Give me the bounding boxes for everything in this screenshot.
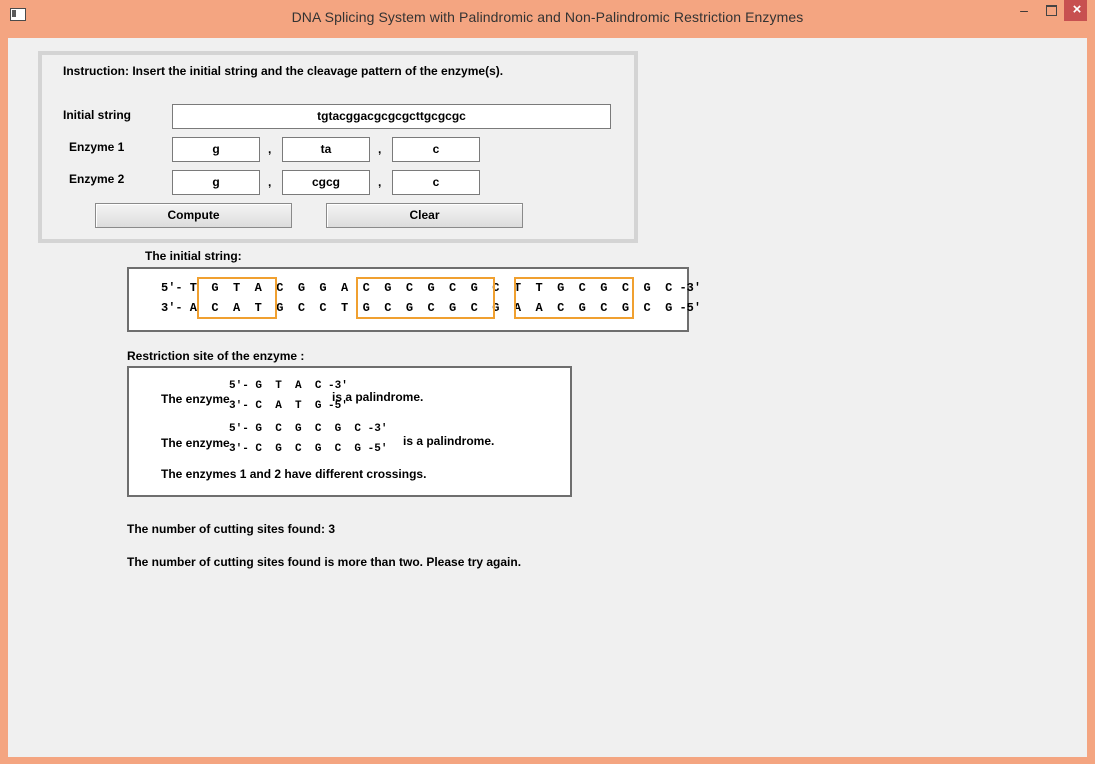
clear-button[interactable]: Clear [326, 203, 523, 228]
enzyme2-separator-2: , [378, 175, 382, 189]
enzyme2-prefix: The enzyme [161, 436, 230, 450]
enzyme2-note: is a palindrome. [403, 434, 495, 448]
enzyme2-label: Enzyme 2 [69, 172, 125, 186]
enzyme1-prefix: The enzyme [161, 392, 230, 406]
restriction-site-highlight-1 [197, 277, 277, 319]
minimize-button[interactable]: – [1010, 0, 1038, 21]
enzyme2-right-input[interactable]: c [392, 170, 480, 195]
enzyme2-left-input[interactable]: g [172, 170, 260, 195]
restriction-site-heading: Restriction site of the enzyme : [127, 349, 305, 363]
enzyme1-left-input[interactable]: g [172, 137, 260, 162]
title-bar[interactable]: DNA Splicing System with Palindromic and… [0, 0, 1095, 38]
initial-string-input[interactable]: tgtacggacgcgcgcttgcgcgc [172, 104, 611, 129]
restriction-site-highlight-2 [356, 277, 495, 319]
enzyme1-label: Enzyme 1 [69, 140, 125, 154]
enzyme2-middle-input[interactable]: cgcg [282, 170, 370, 195]
enzyme1-separator-1: , [268, 142, 272, 156]
window-title: DNA Splicing System with Palindromic and… [291, 9, 804, 25]
compute-button[interactable]: Compute [95, 203, 292, 228]
enzyme1-right-input[interactable]: c [392, 137, 480, 162]
restriction-site-highlight-3 [514, 277, 634, 319]
maximize-icon [1045, 5, 1057, 16]
enzyme1-separator-2: , [378, 142, 382, 156]
enzyme2-top-strand: 5'- G C G C G C -3' [229, 423, 388, 435]
window-frame-left [0, 0, 8, 764]
enzyme1-middle-input[interactable]: ta [282, 137, 370, 162]
enzyme1-bottom-strand: 3'- C A T G -5' [229, 400, 348, 412]
initial-string-label: Initial string [63, 108, 132, 122]
window-frame-bottom [0, 757, 1095, 764]
enzyme2-bottom-strand: 3'- C G C G C G -5' [229, 443, 388, 455]
window-frame-right [1087, 0, 1095, 764]
cutting-site-count: The number of cutting sites found: 3 [127, 522, 335, 536]
instruction-text: Instruction: Insert the initial string a… [63, 64, 504, 78]
maximize-button[interactable] [1038, 0, 1064, 21]
crossing-note: The enzymes 1 and 2 have different cross… [161, 467, 427, 481]
enzyme1-note: is a palindrome. [332, 390, 424, 404]
enzyme2-separator-1: , [268, 175, 272, 189]
result-message: The number of cutting sites found is mor… [127, 555, 522, 569]
initial-string-heading: The initial string: [145, 249, 242, 263]
close-icon: × [1072, 1, 1082, 18]
enzyme1-top-strand: 5'- G T A C -3' [229, 380, 348, 392]
